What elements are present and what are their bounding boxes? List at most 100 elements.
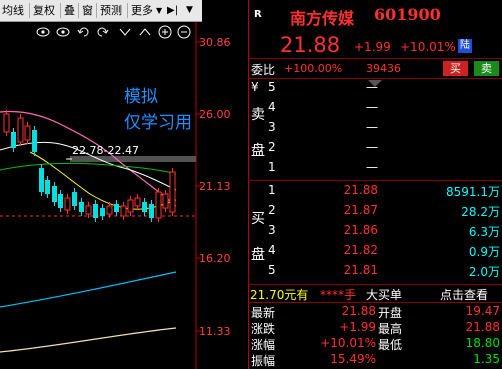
sell_side-level-price: — [366,140,378,154]
chart-toolbar: 均线 复权 叠 窗 预测 更多 ▼ ▶| ▼ [0,0,202,22]
price-level: 21.13 [199,180,231,193]
sell_side-level-num: 3 [268,120,276,134]
buy_side-level-num: 1 [268,183,276,197]
stat-label: 最低 [378,338,403,352]
stock-code: 601900 [374,5,441,24]
price-level: 30.86 [199,36,231,49]
forecast-button[interactable]: 预测 [100,3,122,18]
stat-value: 1.35 [473,352,500,366]
buy_side-level-price: 21.81 [343,263,378,277]
stat-label: 最高 [378,322,403,336]
buy_side-level-price: 21.87 [343,203,378,217]
trade-price: 21.70元有 [250,288,309,302]
buy-button[interactable]: 买 [443,61,468,76]
stock-name: 南方传媒 [290,9,355,28]
buy_side-level-num: 2 [268,203,276,217]
trade-type: 大买单 [366,288,403,302]
stat-label: 最新 [251,306,276,320]
candle-body [79,202,84,212]
nav-end-icon[interactable]: ▶| [167,3,178,18]
change-pct: +10.01% [400,40,456,54]
price-change: +1.99 [354,40,391,54]
window-button[interactable]: 窗 [82,3,93,18]
chevron-down-icon[interactable]: ▼ [156,3,162,18]
stat-value: 21.88 [465,320,500,334]
candle-body [32,130,37,152]
buy_side-level-price: 21.82 [343,243,378,257]
sell_side-level-price: — [366,160,378,174]
candle-body [93,204,98,218]
buy_side-level-volume: 2.0万 [468,265,500,279]
overlay-button[interactable]: 叠 [64,3,75,18]
ma-button[interactable]: 均线 [2,3,24,18]
candle-body [64,197,71,211]
candle-body [155,191,162,219]
stat-label: 涨幅 [251,338,276,352]
sell_side-level-num: 2 [268,140,276,154]
price-level: 11.33 [199,325,231,338]
yen-icon: ¥ [251,80,259,94]
more-button[interactable]: 更多 [131,3,153,18]
stat-value: +10.01% [320,336,376,350]
stat-label: 振幅 [251,354,276,368]
buy_side-level-volume: 6.3万 [468,225,500,239]
last-price: 21.88 [280,33,341,57]
stat-value: 15.49% [330,352,376,366]
sell_side-level-num: 5 [268,80,276,94]
stat-value: 18.80 [465,336,500,350]
badge: R [254,9,262,20]
sell_side-level-price: — [366,80,378,94]
buy_side-level-num: 4 [268,243,276,257]
sell-label: 盘 [251,143,265,159]
candle-body [169,171,176,213]
buy_side-level-price: 21.88 [343,183,378,197]
buy_side-level-volume: 28.2万 [461,205,500,219]
watermark-line2: 仅学习用 [124,113,192,133]
candle-body [120,205,127,217]
price-level: 26.00 [199,108,231,121]
order-ratio-label: 委比 [251,63,276,77]
buy_side-level-volume: 0.9万 [468,245,500,259]
arrow-down-icon[interactable]: ▼ [186,3,193,18]
candle-body [114,204,119,212]
candle-body [17,117,24,143]
candle-body [142,202,147,212]
buy_side-level-price: 21.86 [343,223,378,237]
candle-body [134,197,141,207]
stat-value: 21.88 [341,304,376,318]
range-label: 22.78-22.47 [72,144,139,157]
buy_side-level-num: 5 [268,263,276,277]
sell_side-level-num: 4 [268,100,276,114]
view-details-link[interactable]: 点击查看 [440,286,488,303]
candle-body [85,205,92,215]
candle-body [24,125,31,141]
order-ratio-pct: +100.00% [284,62,343,75]
sell_side-level-price: — [366,120,378,134]
sell_side-level-price: — [366,100,378,114]
candle-body [106,205,113,215]
buy_side-level-num: 3 [268,223,276,237]
sell-label: 卖 [251,107,265,123]
price-level: 16.20 [199,252,231,265]
stat-label: 开盘 [378,306,403,320]
candle-body [162,193,169,209]
stat-value: +1.99 [339,320,376,334]
kline-chart[interactable] [0,22,248,369]
candle-body [149,204,154,218]
candle-body [72,192,77,206]
buy_side-level-volume: 8591.1万 [446,185,500,199]
candle-body [45,180,50,194]
adjust-button[interactable]: 复权 [33,3,55,18]
candle-body [52,186,57,202]
candle-body [3,113,10,133]
candle-body [127,199,134,213]
buy-label: 买 [251,211,265,227]
watermark-line1: 模拟 [124,87,158,107]
candle-body [11,132,16,148]
candle-body [39,168,44,192]
candle-body [58,194,63,208]
sell-button[interactable]: 卖 [474,61,499,76]
buy-label: 盘 [251,247,265,263]
market-tag: 陆 [458,39,472,53]
stat-value: 19.47 [465,304,500,318]
